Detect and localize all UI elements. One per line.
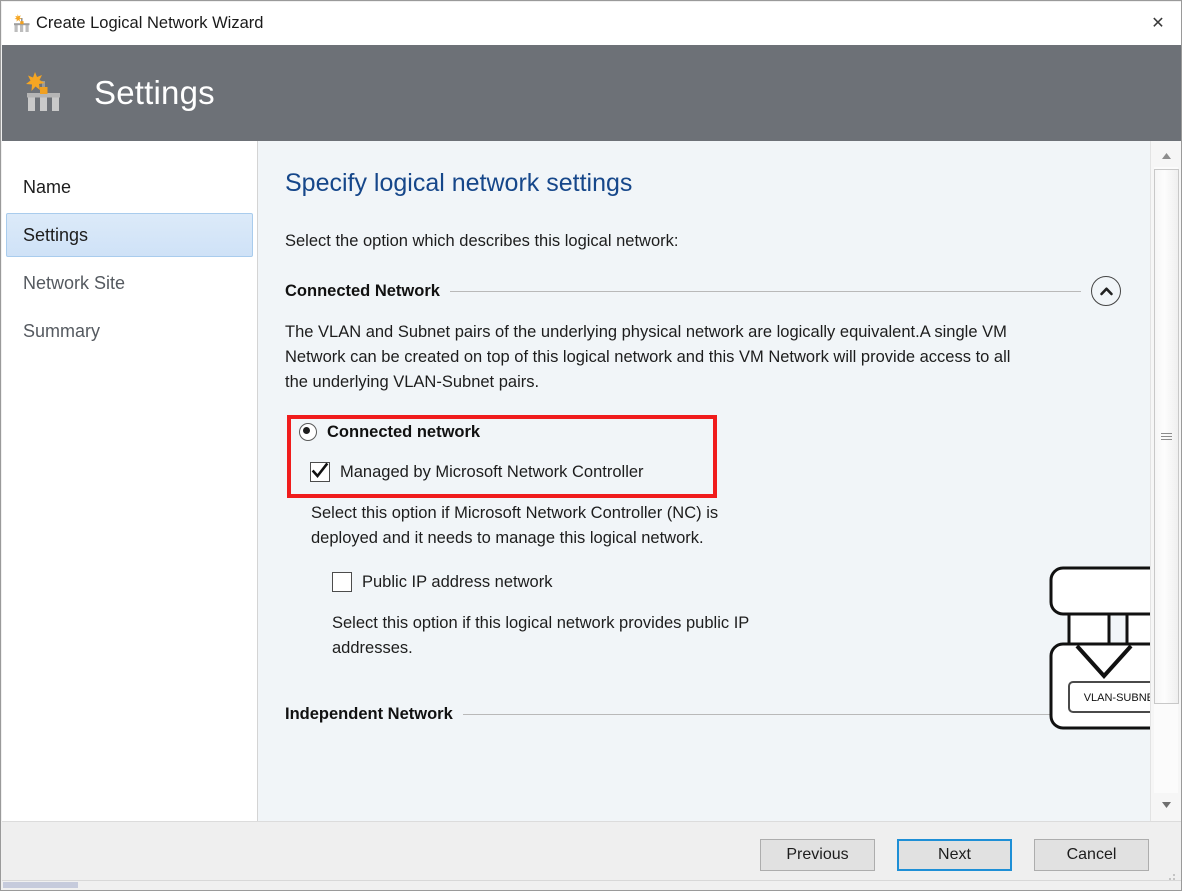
vertical-scrollbar[interactable] (1150, 141, 1181, 821)
managed-description: Select this option if Microsoft Network … (311, 504, 719, 547)
checkbox-public-ip-address-network[interactable]: Public IP address network (285, 567, 1015, 597)
checkbox-managed-by-network-controller[interactable]: Managed by Microsoft Network Controller (285, 455, 1015, 489)
chevron-up-icon[interactable] (1091, 276, 1121, 306)
connected-network-options: Connected network Managed by Microsoft N… (285, 415, 1015, 661)
settings-intro-text: Select the option which describes this l… (285, 232, 679, 250)
sidebar-item-network-site[interactable]: Network Site (6, 261, 253, 305)
group-title: Independent Network (285, 704, 453, 723)
horizontal-scrollbar[interactable] (2, 880, 1181, 889)
window-title: Create Logical Network Wizard (36, 14, 264, 32)
wizard-steps-sidebar: Name Settings Network Site Summary (2, 141, 258, 821)
group-header-connected-network: Connected Network (285, 276, 1121, 306)
sidebar-item-label: Name (23, 176, 72, 197)
network-wizard-icon (22, 70, 72, 116)
checkbox-unchecked-icon (332, 572, 352, 592)
settings-heading: Specify logical network settings (285, 169, 633, 197)
scroll-thumb-grip (1161, 431, 1172, 442)
connected-network-description: The VLAN and Subnet pairs of the underly… (285, 323, 1011, 391)
settings-panel: Specify logical network settings Select … (258, 141, 1181, 821)
network-wizard-icon (12, 13, 34, 35)
group-divider (449, 290, 1081, 292)
cancel-button[interactable]: Cancel (1034, 839, 1149, 871)
horizontal-scroll-thumb[interactable] (3, 882, 78, 888)
sidebar-item-settings[interactable]: Settings (6, 213, 253, 257)
public-ip-description: Select this option if this logical netwo… (332, 614, 749, 657)
sidebar-item-label: Network Site (23, 272, 126, 293)
sidebar-item-name[interactable]: Name (6, 165, 253, 209)
radio-connected-network[interactable]: Connected network (285, 415, 1015, 449)
scroll-up-icon[interactable] (1154, 145, 1179, 167)
next-button[interactable]: Next (897, 839, 1012, 871)
radio-button-icon (299, 423, 317, 441)
sidebar-item-label: Settings (23, 224, 89, 245)
page-title: Settings (94, 74, 215, 111)
sidebar-item-label: Summary (23, 320, 101, 341)
close-icon[interactable]: ✕ (1135, 2, 1181, 44)
sidebar-item-summary[interactable]: Summary (6, 309, 253, 353)
title-bar: Create Logical Network Wizard ✕ (2, 2, 1181, 45)
dialog-footer: Previous Next Cancel (2, 821, 1181, 884)
scroll-thumb[interactable] (1154, 169, 1179, 704)
radio-label: Connected network (327, 422, 481, 441)
group-title: Connected Network (285, 281, 440, 300)
group-divider (462, 713, 1081, 715)
scroll-down-icon[interactable] (1154, 794, 1179, 816)
checkbox-label: Managed by Microsoft Network Controller (340, 462, 644, 481)
content-area: Name Settings Network Site Summary Speci… (2, 141, 1181, 821)
checkbox-checked-icon (310, 462, 330, 482)
group-header-independent-network: Independent Network (285, 699, 1121, 729)
dialog-button-row: Previous Next Cancel (760, 839, 1149, 871)
wizard-window: Create Logical Network Wizard ✕ Settings… (0, 0, 1182, 891)
previous-button[interactable]: Previous (760, 839, 875, 871)
checkbox-label: Public IP address network (362, 572, 553, 591)
settings-panel-content: Specify logical network settings Select … (258, 141, 1150, 821)
wizard-banner: Settings (2, 45, 1181, 141)
